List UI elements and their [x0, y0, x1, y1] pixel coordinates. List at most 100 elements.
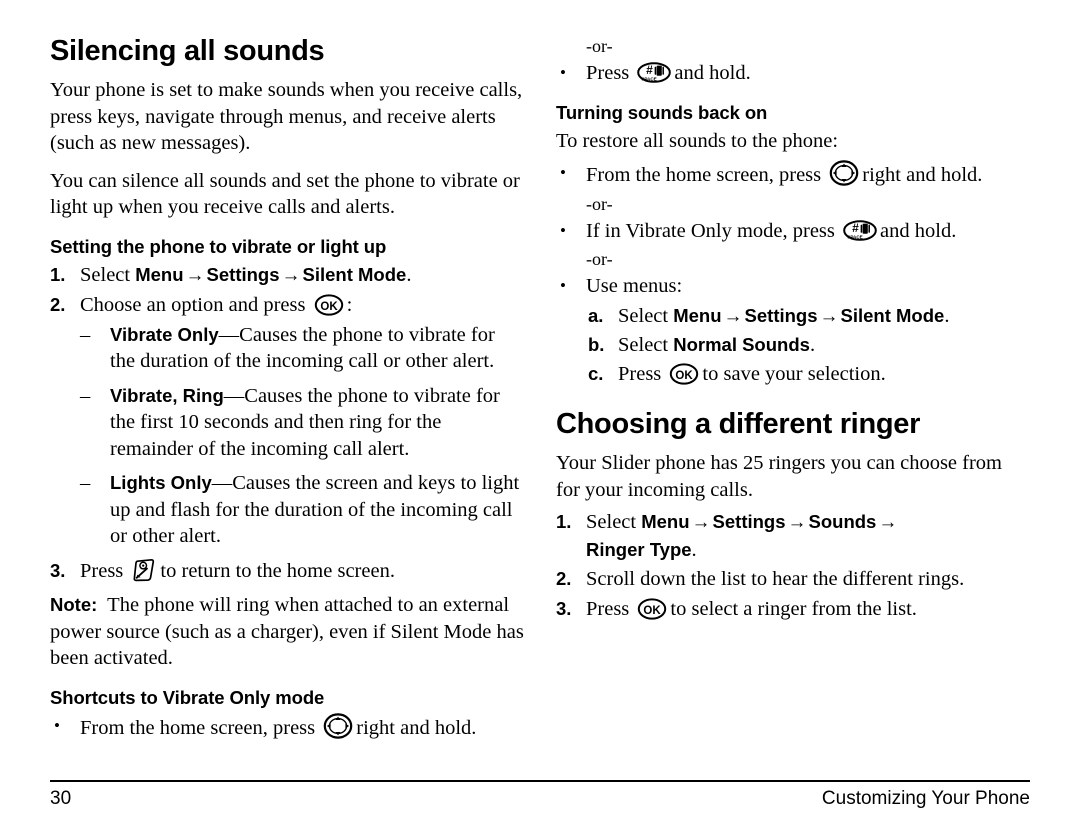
bullet-press-pound-key: • Press # SPACE and hold. — [556, 60, 1030, 87]
menu-path-ringer-type: Ringer Type — [586, 538, 692, 560]
menu-path-sounds: Sounds — [808, 511, 877, 532]
restore-bullets-list: • From the home screen, press right and h… — [556, 160, 1030, 300]
bullet-text: If in Vibrate Only mode, press — [586, 219, 835, 242]
arrow-icon: → — [878, 512, 898, 533]
svg-text:OK: OK — [676, 370, 694, 382]
bullet-marker: • — [54, 715, 60, 735]
ok-key-icon: OK — [314, 294, 344, 316]
or-separator-2: -or- — [586, 193, 613, 214]
arrow-icon: → — [691, 512, 711, 533]
step-text-after: to select a ringer from the list. — [670, 597, 917, 620]
bullet-marker: • — [560, 163, 566, 182]
vibrate-steps-list: 1. Select Menu → Settings → Silent Mode. 2. Ch… — [50, 262, 524, 585]
pound-space-key-icon: # SPACE — [637, 61, 672, 84]
option-lights-only: – Lights Only—Causes the screen and keys … — [50, 470, 524, 550]
option-term: Lights Only — [110, 472, 212, 493]
substep-text-after: to save your selection. — [702, 362, 886, 385]
step-text: Press — [80, 559, 124, 582]
substep-letter: b. — [588, 334, 605, 355]
note-label: Note: — [50, 594, 98, 615]
step-text: Choose an option and press — [80, 294, 306, 316]
subheading-turning-sounds-back-on: Turning sounds back on — [556, 101, 768, 123]
em-dash: — — [218, 323, 240, 346]
page-title: Silencing all sounds — [50, 35, 325, 67]
ringer-step-3: 3. Press OK to select a ringer from the l… — [556, 596, 1030, 623]
dash-marker: – — [80, 323, 91, 346]
em-dash: — — [211, 472, 233, 494]
bullet-text: Press — [586, 62, 630, 84]
svg-text:SPACE: SPACE — [847, 234, 863, 239]
or-separator-3: -or- — [586, 249, 613, 269]
svg-text:#: # — [852, 221, 859, 235]
right-column: -or- • Press # SPACE and hold. Turning s… — [556, 34, 1030, 752]
menu-path-settings: Settings — [744, 304, 818, 326]
menu-option-normal-sounds: Normal Sounds — [673, 334, 810, 355]
navigation-ring-key-icon — [829, 160, 859, 186]
menu-path-settings: Settings — [206, 263, 280, 285]
step-text: Press — [586, 597, 630, 620]
note-text: The phone will ring when attached to an … — [50, 594, 524, 669]
step-number: 1. — [556, 511, 572, 532]
menu-path-settings: Settings — [712, 511, 786, 532]
option-term: Vibrate Only — [110, 323, 219, 345]
step-3: 3. Press to return to the home screen. — [50, 558, 524, 585]
arrow-icon: → — [281, 264, 301, 286]
step-text: Scroll down the list to hear the differe… — [586, 568, 965, 590]
period: . — [809, 334, 816, 356]
bullet-marker: • — [560, 276, 566, 295]
step-number: 2. — [556, 568, 572, 589]
shortcut-bullets-list: • From the home screen, press right and h… — [50, 712, 524, 742]
arrow-icon: → — [819, 305, 839, 327]
option-vibrate-ring: – Vibrate, Ring—Causes the phone to vibra… — [50, 383, 524, 463]
option-term: Vibrate, Ring — [110, 384, 224, 406]
substep-a: a. Select Menu → Settings → Silent Mode. — [556, 303, 1030, 331]
bullet-text-after: and hold. — [674, 62, 751, 84]
step-text-after: to return to the home screen. — [160, 559, 395, 582]
menu-path-menu: Menu — [673, 304, 722, 326]
arrow-icon: → — [723, 305, 743, 327]
substep-text: Press — [618, 362, 662, 385]
page-number: 30 — [50, 788, 72, 809]
svg-text:SPACE: SPACE — [642, 76, 658, 81]
bullet-text: Use menus: — [586, 275, 683, 297]
bullet-home-screen-nav: • From the home screen, press right and h… — [556, 160, 1030, 189]
left-column: Silencing all sounds Your phone is set t… — [50, 34, 524, 752]
bullet-text: From the home screen, press — [80, 716, 316, 739]
step-verb: Select — [586, 511, 637, 533]
menu-path-silent-mode: Silent Mode — [840, 304, 945, 326]
or-separator-1: -or- — [586, 36, 613, 56]
ok-key-icon: OK — [637, 597, 667, 620]
dash-marker: – — [80, 384, 91, 407]
bullet-text-after: right and hold. — [356, 716, 477, 739]
manual-page: Silencing all sounds Your phone is set t… — [0, 0, 1080, 839]
step-number: 1. — [50, 263, 66, 285]
arrow-icon: → — [185, 264, 205, 286]
substep-letter: a. — [588, 304, 604, 326]
substep-c: c. Press OK to save your selection. — [556, 361, 1030, 388]
press-pound-bullet-list: • Press # SPACE and hold. — [556, 60, 1030, 87]
step-text-after: : — [346, 294, 353, 316]
pound-space-key-icon: # SPACE — [843, 219, 877, 242]
substep-verb: Select — [618, 334, 669, 356]
arrow-icon: → — [787, 512, 807, 533]
substep-letter: c. — [588, 362, 604, 384]
step-number: 2. — [50, 294, 66, 315]
bullet-text-after: and hold. — [880, 219, 957, 242]
dash-marker: – — [80, 472, 91, 494]
menu-path-menu: Menu — [641, 511, 690, 532]
use-menus-substeps-list: a. Select Menu → Settings → Silent Mode. b. Se… — [556, 303, 1030, 388]
em-dash: — — [223, 384, 245, 407]
svg-text:OK: OK — [320, 301, 338, 313]
two-column-body: Silencing all sounds Your phone is set t… — [50, 34, 1030, 752]
ringer-steps-list: 1. Select Menu → Settings → Sounds → Ringer Typ… — [556, 509, 1030, 622]
period: . — [406, 263, 412, 286]
bullet-marker: • — [560, 220, 566, 240]
subheading-setting-vibrate: Setting the phone to vibrate or light up — [50, 235, 387, 257]
ringer-step-1: 1. Select Menu → Settings → Sounds → Ringer Typ… — [556, 509, 1030, 563]
section-title-choosing-ringer: Choosing a different ringer — [556, 408, 921, 440]
footer-divider — [50, 780, 1030, 782]
step-number: 3. — [50, 559, 66, 581]
menu-path-silent-mode: Silent Mode — [302, 263, 407, 285]
running-header-title: Customizing Your Phone — [821, 788, 1030, 809]
bullet-text-after: right and hold. — [862, 164, 983, 186]
